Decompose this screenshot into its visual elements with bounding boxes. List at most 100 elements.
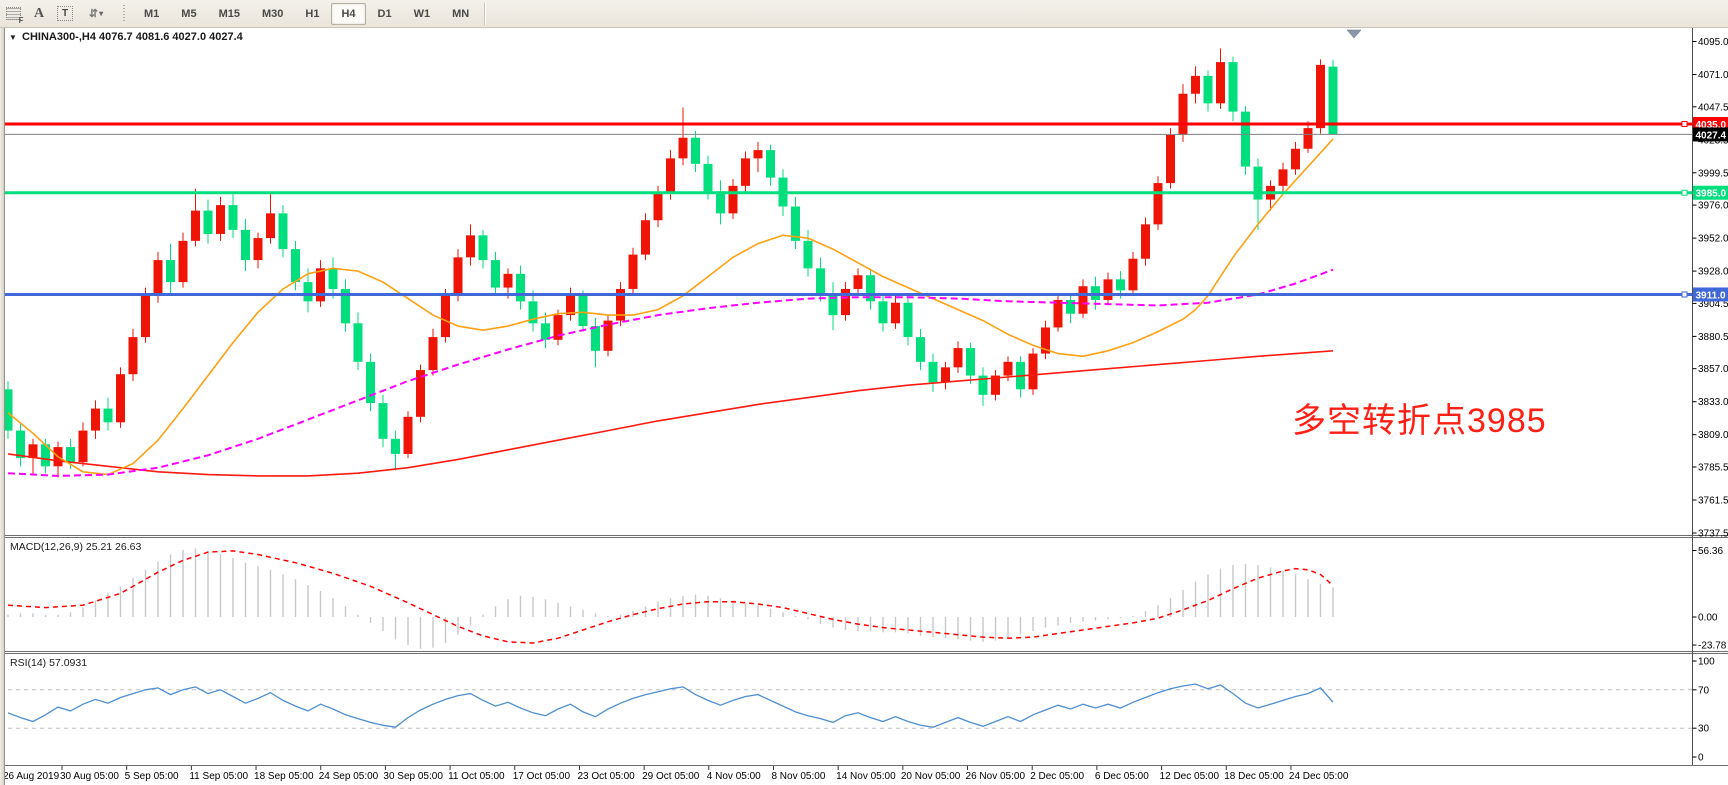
level-line-handle[interactable] bbox=[1682, 121, 1687, 126]
price-tick-label: 4071.0 bbox=[1698, 70, 1728, 81]
time-tick-label: 24 Sep 05:00 bbox=[319, 771, 379, 782]
candle-body-up bbox=[1179, 94, 1188, 135]
timeframe-button-m1[interactable]: M1 bbox=[134, 3, 169, 25]
time-tick-label: 30 Aug 05:00 bbox=[60, 771, 119, 782]
cycle-tool-button[interactable]: ⇵ ▾ bbox=[79, 4, 113, 24]
candle-body-down bbox=[66, 447, 75, 462]
time-tick-label: 26 Nov 05:00 bbox=[966, 771, 1026, 782]
time-tick-label: 14 Nov 05:00 bbox=[836, 771, 896, 782]
macd-indicator-label: MACD(12,26,9) 25.21 26.63 bbox=[10, 541, 141, 553]
candle-body-up bbox=[629, 255, 638, 289]
candle-body-up bbox=[316, 268, 325, 301]
candle-body-down bbox=[691, 138, 700, 164]
mt4-window: { "toolbar": { "tools": [ {"id":"grid-cu… bbox=[0, 0, 1728, 785]
candle-body-down bbox=[104, 409, 113, 423]
candle-body-up bbox=[216, 205, 225, 234]
text-label-tool-button[interactable]: T bbox=[53, 4, 77, 24]
price-chart-canvas[interactable]: 4095.04071.04047.54023.53999.53976.03952… bbox=[0, 0, 1728, 785]
candle-body-down bbox=[591, 326, 600, 351]
candle-body-up bbox=[79, 431, 88, 463]
candle-body-up bbox=[1029, 354, 1038, 390]
price-tick-label: 3761.5 bbox=[1698, 495, 1728, 506]
time-tick-label: 18 Sep 05:00 bbox=[254, 771, 314, 782]
candle-body-down bbox=[1254, 167, 1263, 200]
timeframe-button-m5[interactable]: M5 bbox=[171, 3, 206, 25]
level-line-handle[interactable] bbox=[1682, 190, 1687, 195]
time-tick-label: 23 Oct 05:00 bbox=[577, 771, 635, 782]
candle-body-down bbox=[291, 249, 300, 282]
candle-body-up bbox=[1316, 65, 1325, 128]
time-tick-label: 18 Dec 05:00 bbox=[1224, 771, 1284, 782]
candles-layer bbox=[4, 48, 1338, 477]
candle-body-up bbox=[666, 158, 675, 192]
candle-body-up bbox=[1216, 62, 1225, 103]
current-price-badge: 4027.4 bbox=[1693, 127, 1728, 141]
candle-body-down bbox=[1241, 112, 1250, 167]
candle-body-up bbox=[254, 238, 263, 260]
candle-body-up bbox=[191, 211, 200, 241]
timeframe-button-w1[interactable]: W1 bbox=[404, 3, 441, 25]
font-tool-button[interactable]: A bbox=[27, 4, 51, 24]
grid-icon: F bbox=[6, 7, 21, 20]
candle-body-down bbox=[16, 431, 25, 458]
candle-body-down bbox=[1116, 279, 1125, 290]
time-tick-label: 26 Aug 2019 bbox=[3, 771, 60, 782]
candle-body-up bbox=[941, 367, 950, 382]
candle-body-up bbox=[454, 257, 463, 295]
candle-body-up bbox=[1079, 286, 1088, 313]
macd-panel-layer: 56.360.00-23.78 bbox=[8, 546, 1727, 652]
time-axis[interactable]: 26 Aug 201930 Aug 05:005 Sep 05:0011 Sep… bbox=[3, 766, 1349, 782]
candle-body-down bbox=[366, 362, 375, 403]
rsi-indicator-label: RSI(14) 57.0931 bbox=[10, 657, 87, 669]
candle-body-down bbox=[1229, 62, 1238, 111]
toolbar-drag-handle[interactable] bbox=[122, 5, 127, 23]
candle-body-up bbox=[504, 274, 513, 288]
timeframe-button-m15[interactable]: M15 bbox=[209, 3, 250, 25]
candle-body-down bbox=[804, 241, 813, 268]
price-tick-label: 3999.5 bbox=[1698, 168, 1728, 179]
candle-body-down bbox=[241, 230, 250, 260]
candle-body-down bbox=[166, 260, 175, 282]
candle-body-down bbox=[879, 301, 888, 323]
candle-body-up bbox=[754, 150, 763, 158]
candle-body-down bbox=[204, 211, 213, 234]
candle-body-down bbox=[766, 150, 775, 177]
candle-body-up bbox=[416, 370, 425, 417]
candle-body-up bbox=[1291, 149, 1300, 170]
candle-body-up bbox=[1304, 128, 1313, 149]
candle-body-up bbox=[1129, 259, 1138, 291]
candle-body-up bbox=[141, 296, 150, 337]
toolbar-separator bbox=[484, 3, 485, 25]
down-arrow-marker-icon[interactable] bbox=[1347, 30, 1361, 38]
rsi-tick-label: 0 bbox=[1698, 753, 1704, 764]
price-tick-label: 3857.0 bbox=[1698, 364, 1728, 375]
crosshair-grid-icon[interactable]: F bbox=[1, 4, 25, 24]
candle-body-down bbox=[329, 268, 338, 289]
timeframe-button-h1[interactable]: H1 bbox=[295, 3, 329, 25]
macd-tick-label: -23.78 bbox=[1698, 641, 1727, 652]
time-tick-label: 4 Nov 05:00 bbox=[707, 771, 761, 782]
price-tick-label: 4047.5 bbox=[1698, 102, 1728, 113]
candle-body-up bbox=[129, 337, 138, 374]
time-tick-label: 17 Oct 05:00 bbox=[513, 771, 571, 782]
candle-body-down bbox=[491, 260, 500, 287]
chevron-down-icon: ▾ bbox=[99, 9, 103, 18]
candle-body-up bbox=[429, 337, 438, 370]
level-line-handle[interactable] bbox=[1682, 292, 1687, 297]
symbol-dropdown-icon[interactable]: ▼ bbox=[9, 33, 17, 42]
candle-body-down bbox=[579, 296, 588, 326]
candle-body-up bbox=[841, 289, 850, 315]
candle-body-down bbox=[904, 303, 913, 337]
rsi-line bbox=[8, 684, 1333, 727]
time-tick-label: 11 Sep 05:00 bbox=[189, 771, 248, 782]
timeframe-button-d1[interactable]: D1 bbox=[368, 3, 402, 25]
timeframe-button-mn[interactable]: MN bbox=[442, 3, 479, 25]
price-tick-label: 4095.0 bbox=[1698, 37, 1728, 48]
timeframe-button-h4[interactable]: H4 bbox=[331, 3, 365, 25]
timeframe-button-m30[interactable]: M30 bbox=[252, 3, 293, 25]
candle-body-down bbox=[354, 323, 363, 361]
arrows-icon: ⇵ bbox=[89, 7, 97, 20]
annotation-text[interactable]: 多空转折点3985 bbox=[1292, 402, 1547, 440]
candle-body-up bbox=[891, 303, 900, 324]
candle-body-down bbox=[304, 282, 313, 301]
